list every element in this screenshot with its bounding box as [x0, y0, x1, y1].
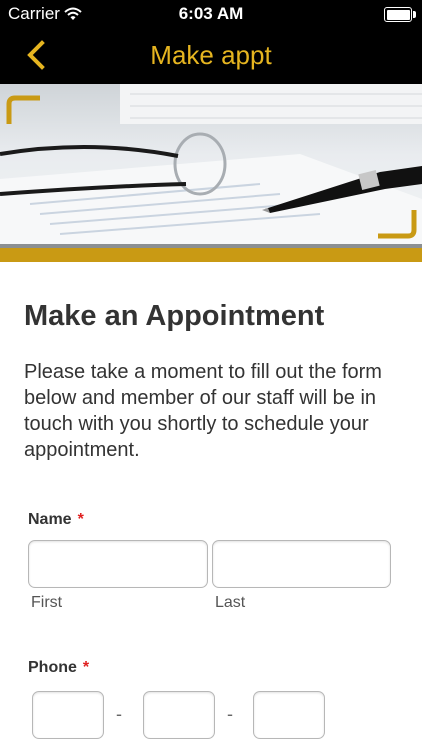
header-banner-image — [0, 84, 422, 262]
phone-label-text: Phone — [28, 659, 77, 676]
first-name-sublabel: First — [31, 594, 63, 611]
form-heading: Make an Appointment — [24, 300, 325, 332]
last-name-input[interactable] — [212, 540, 391, 588]
first-name-input[interactable] — [28, 540, 208, 588]
last-name-sublabel: Last — [215, 594, 246, 611]
required-marker: * — [82, 659, 90, 676]
phone-separator: - — [116, 704, 122, 724]
page-title: Make appt — [150, 40, 272, 70]
name-field-label: Name * — [28, 511, 84, 529]
appointment-form-intro: Make an Appointment Please take a moment… — [24, 300, 398, 463]
phone-field-label: Phone * — [28, 659, 89, 677]
phone-line-number-input[interactable] — [253, 691, 325, 739]
name-label-text: Name — [28, 511, 72, 528]
status-bar: Carrier 6:03 AM — [0, 0, 422, 28]
phone-area-code-input[interactable] — [32, 691, 104, 739]
required-marker: * — [77, 511, 84, 528]
phone-prefix-input[interactable] — [143, 691, 215, 739]
clock: 6:03 AM — [178, 4, 244, 23]
form-intro-text: Please take a moment to fill out the for… — [24, 361, 382, 461]
navigation-bar: Make appt — [0, 28, 422, 84]
phone-separator: - — [227, 704, 233, 724]
battery-icon — [384, 7, 416, 22]
